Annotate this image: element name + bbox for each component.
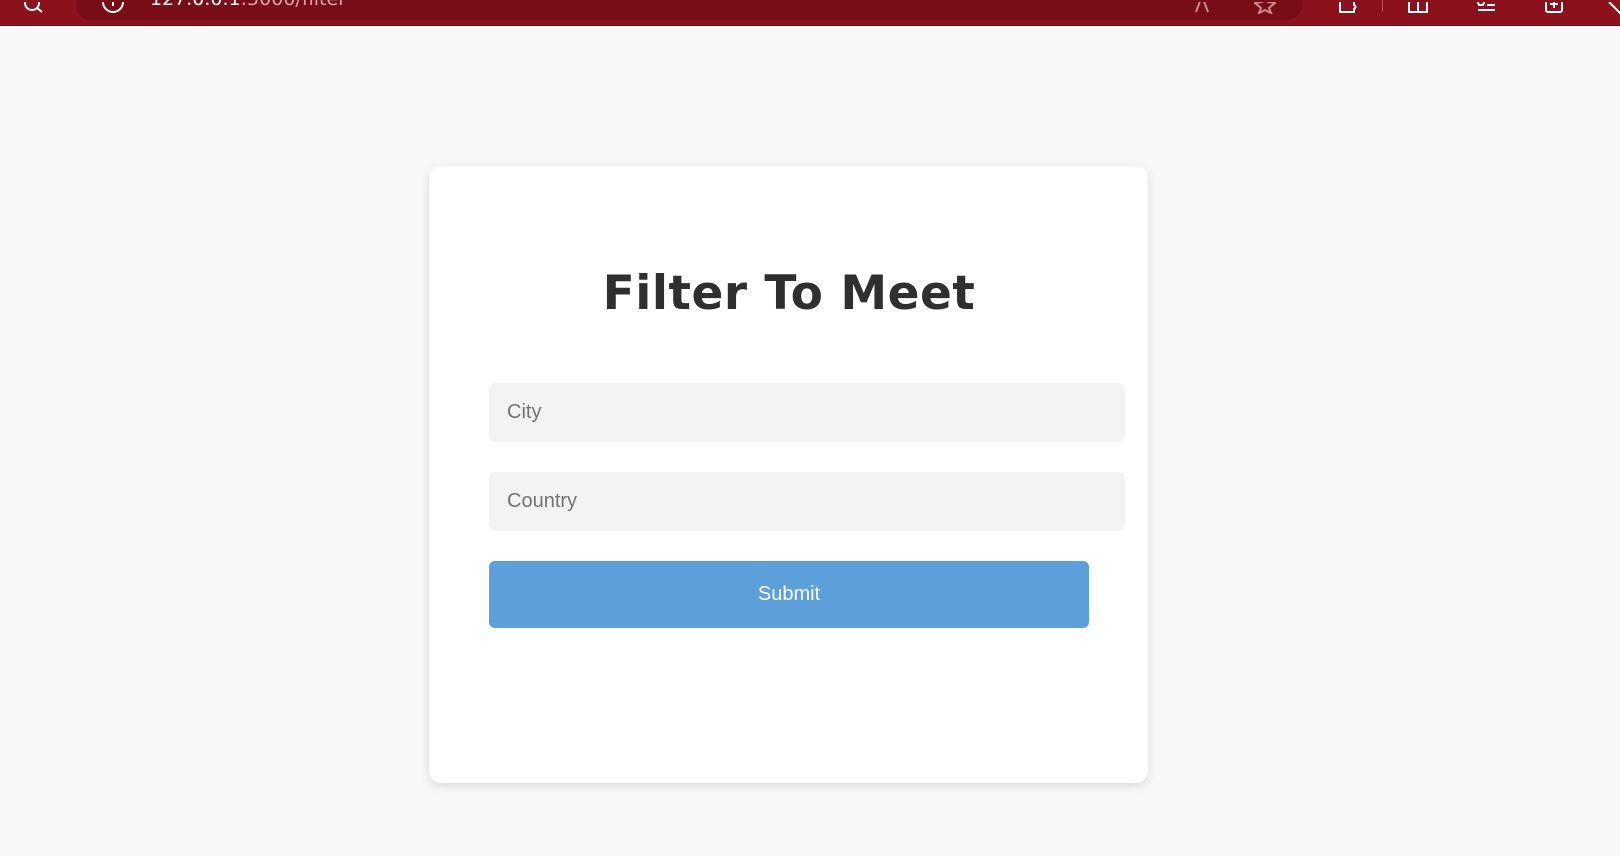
- search-icon[interactable]: [23, 0, 45, 14]
- favorite-star-icon[interactable]: [1254, 0, 1276, 14]
- info-icon[interactable]: [102, 0, 124, 14]
- page-title: Filter To Meet: [602, 266, 976, 321]
- split-screen-icon[interactable]: [1407, 0, 1429, 14]
- read-aloud-icon[interactable]: [1191, 0, 1213, 14]
- country-input[interactable]: [489, 472, 1125, 531]
- submit-button[interactable]: Submit: [489, 561, 1089, 628]
- url-path: :5000/filter: [241, 0, 346, 10]
- browser-toolbar: 127.0.0.1:5000/filter: [0, 0, 1620, 26]
- url-host: 127.0.0.1: [150, 0, 241, 10]
- toolbar-divider: [1382, 0, 1383, 11]
- url-text[interactable]: 127.0.0.1:5000/filter: [150, 0, 346, 10]
- city-input[interactable]: [489, 383, 1125, 442]
- close-icon[interactable]: [1604, 0, 1620, 14]
- extensions-icon[interactable]: [1336, 0, 1358, 14]
- favorites-list-icon[interactable]: [1475, 0, 1497, 14]
- collections-icon[interactable]: [1543, 0, 1565, 14]
